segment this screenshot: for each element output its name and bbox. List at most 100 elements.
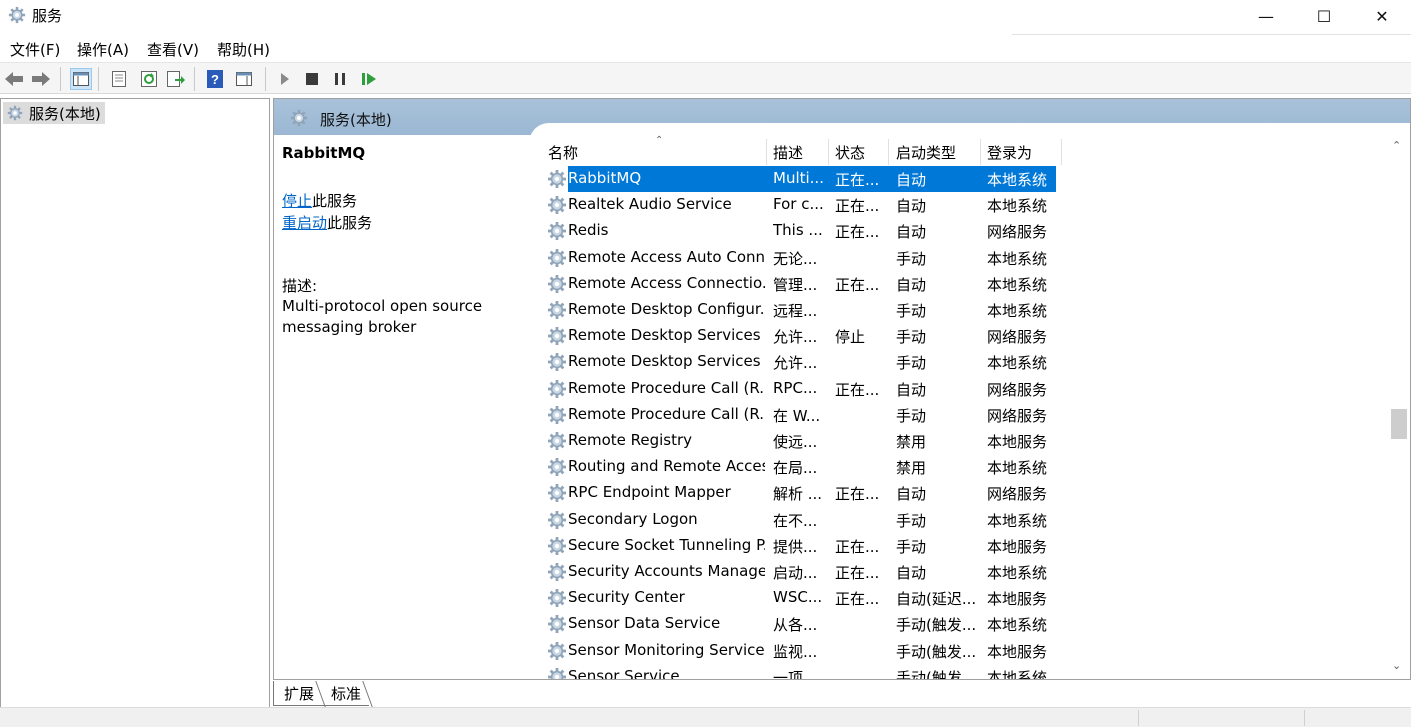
column-divider[interactable] — [766, 139, 767, 165]
show-hide-console-tree-icon[interactable] — [70, 68, 92, 90]
service-row[interactable]: Remote Registry 使远... 禁用 本地服务 — [537, 428, 1317, 454]
minimize-button[interactable]: — — [1237, 0, 1295, 32]
service-name: Remote Procedure Call (R... — [568, 378, 765, 397]
service-row[interactable]: Secondary Logon 在不... 手动 本地系统 — [537, 507, 1317, 533]
service-startup-type: 手动 — [896, 328, 927, 347]
service-logon-as: 网络服务 — [987, 485, 1048, 504]
service-row[interactable]: RabbitMQ Multi... 正在... 自动 本地系统 — [537, 165, 1317, 193]
service-startup-type: 手动(触发... — [896, 668, 977, 680]
service-row[interactable]: Remote Procedure Call (R... RPC... 正在... 自动… — [537, 376, 1317, 402]
vertical-scrollbar[interactable]: ⌃ ⌄ — [1389, 135, 1409, 679]
menu-help[interactable]: 帮助(H) — [217, 39, 270, 60]
service-status: 正在... — [835, 485, 880, 504]
view-tabs: 扩展 标准 — [273, 681, 673, 707]
service-logon-as: 本地系统 — [987, 249, 1048, 268]
service-name: Remote Desktop Configur... — [568, 300, 765, 318]
service-description: 使远... — [773, 433, 818, 451]
column-header-startup-type[interactable]: 启动类型 — [896, 142, 956, 163]
tab-extended[interactable]: 扩展 — [273, 681, 323, 706]
service-name: Sensor Service — [568, 666, 680, 680]
service-row[interactable]: Security Center WSC... 正在... 自动(延迟... 本地服务 — [537, 585, 1317, 611]
service-logon-as: 本地系统 — [987, 171, 1048, 189]
export-list-icon[interactable] — [165, 68, 187, 90]
show-hide-action-pane-icon[interactable] — [233, 68, 255, 90]
service-row[interactable]: Sensor Service 一项... 手动(触发... 本地系统 — [537, 664, 1317, 680]
tab-standard[interactable]: 标准 — [321, 681, 370, 706]
service-row[interactable]: Sensor Data Service 从各... 手动(触发... 本地系统 — [537, 611, 1317, 637]
tree-item-services-local[interactable]: 服务(本地) — [3, 102, 105, 124]
service-row[interactable]: Redis This ... 正在... 自动 网络服务 — [537, 218, 1317, 244]
column-header-logon-as[interactable]: 登录为 — [987, 142, 1032, 163]
service-name: RabbitMQ — [568, 169, 642, 187]
column-header-status[interactable]: 状态 — [835, 142, 865, 163]
service-logon-as: 本地服务 — [987, 433, 1048, 451]
service-name: Realtek Audio Service — [568, 195, 732, 214]
scroll-down-icon[interactable]: ⌄ — [1392, 659, 1401, 672]
close-button[interactable]: ✕ — [1353, 0, 1411, 32]
column-divider[interactable] — [888, 139, 889, 165]
service-name: Remote Registry — [568, 431, 693, 449]
service-description: 启动... — [773, 564, 818, 582]
column-divider[interactable] — [980, 139, 981, 165]
stop-service-link[interactable]: 停止 — [282, 192, 312, 210]
service-logon-as: 本地系统 — [987, 668, 1048, 680]
service-status: 停止 — [835, 328, 866, 347]
resume-service-icon[interactable] — [358, 68, 380, 90]
column-divider[interactable] — [1061, 139, 1062, 165]
forward-icon[interactable] — [30, 68, 52, 90]
menu-action[interactable]: 操作(A) — [77, 39, 129, 60]
help-icon[interactable]: ? — [204, 68, 226, 90]
scroll-up-icon[interactable]: ⌃ — [1392, 139, 1401, 152]
service-row[interactable]: Remote Access Connectio... 管理... 正在... 自动 本地… — [537, 271, 1317, 297]
service-gear-icon — [548, 222, 566, 241]
scroll-thumb[interactable] — [1391, 409, 1407, 439]
stop-service-suffix: 此服务 — [312, 192, 358, 210]
service-logon-as: 本地系统 — [987, 616, 1048, 635]
stop-service-icon[interactable] — [301, 68, 323, 90]
service-startup-type: 手动(触发... — [896, 642, 977, 661]
menu-view[interactable]: 查看(V) — [147, 39, 199, 60]
menu-file[interactable]: 文件(F) — [10, 39, 60, 60]
service-row[interactable]: RPC Endpoint Mapper 解析 ... 正在... 自动 网络服务 — [537, 480, 1317, 506]
service-startup-type: 自动 — [896, 485, 927, 504]
services-gear-icon — [290, 109, 308, 127]
console-tree: 服务(本地) — [0, 98, 270, 708]
restart-service-line: 重启动此服务 — [282, 212, 372, 233]
service-row[interactable]: Secure Socket Tunneling P... 提供... 正在... 手动… — [537, 533, 1317, 559]
properties-icon[interactable] — [108, 68, 130, 90]
refresh-icon[interactable] — [138, 68, 160, 90]
column-divider[interactable] — [828, 139, 829, 165]
service-name: Remote Access Connectio... — [568, 273, 765, 292]
service-gear-icon — [548, 563, 566, 581]
restart-service-link[interactable]: 重启动 — [282, 214, 327, 232]
column-header-name[interactable]: 名称 — [548, 142, 578, 163]
toolbar-separator — [98, 67, 99, 91]
maximize-button[interactable]: ☐ — [1295, 0, 1353, 32]
service-row[interactable]: Remote Desktop Configur... 远程... 手动 本地系统 — [537, 297, 1317, 323]
sort-ascending-icon: ⌃ — [655, 135, 664, 146]
service-row[interactable]: Realtek Audio Service For c... 正在... 自动 本地系统 — [537, 192, 1317, 218]
title-divider — [1012, 34, 1411, 35]
service-row[interactable]: Security Accounts Manager 启动... 正在... 自动 本地系… — [537, 559, 1317, 585]
pause-service-icon[interactable] — [329, 68, 351, 90]
service-logon-as: 本地服务 — [987, 642, 1048, 661]
pane-header: 服务(本地) — [274, 99, 1410, 143]
service-row[interactable]: Remote Desktop Services 允许... 停止 手动 网络服务 — [537, 323, 1317, 349]
service-gear-icon — [548, 405, 566, 424]
back-icon[interactable] — [3, 68, 25, 90]
service-gear-icon — [548, 379, 566, 398]
status-bar — [0, 707, 1411, 727]
column-header-description[interactable]: 描述 — [773, 142, 803, 163]
service-row[interactable]: Remote Procedure Call (R... 在 W... 手动 网络服务 — [537, 402, 1317, 428]
service-name: Remote Desktop Services ... — [568, 352, 765, 371]
description-text: Multi-protocol open source messaging bro… — [282, 297, 483, 336]
service-status: 正在... — [835, 564, 880, 582]
service-row[interactable]: Sensor Monitoring Service 监视... 手动(触发... 本地… — [537, 638, 1317, 664]
service-startup-type: 自动 — [896, 564, 927, 582]
service-row[interactable]: Remote Desktop Services ... 允许... 手动 本地系统 — [537, 349, 1317, 375]
service-row[interactable]: Routing and Remote Access 在局... 禁用 本地系统 — [537, 454, 1317, 480]
start-service-icon[interactable] — [274, 68, 296, 90]
toolbar-separator — [60, 67, 61, 91]
service-description: 无论... — [773, 249, 818, 268]
service-row[interactable]: Remote Access Auto Conn... 无论... 手动 本地系统 — [537, 245, 1317, 271]
